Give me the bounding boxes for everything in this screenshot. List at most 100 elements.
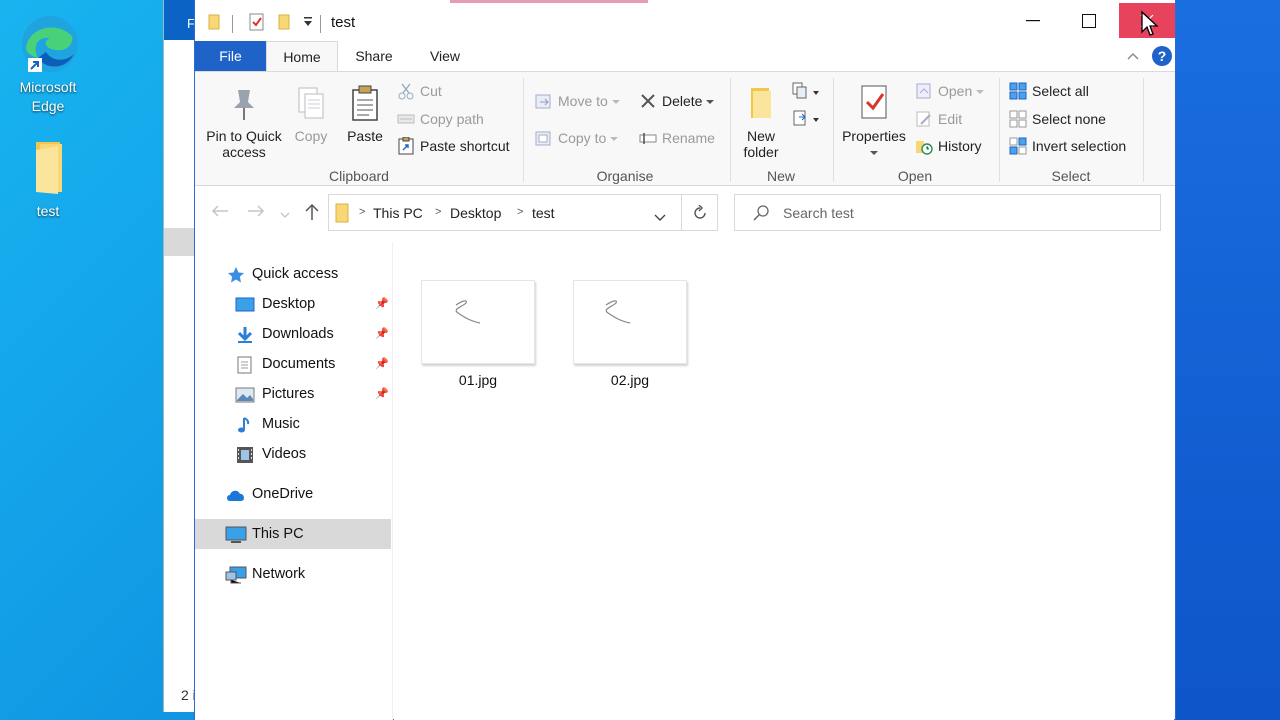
minimize-button[interactable] <box>1005 3 1061 38</box>
tab-view[interactable]: View <box>411 41 479 71</box>
nav-item-pictures[interactable]: Pictures 📌 <box>195 379 391 409</box>
file-list[interactable]: 01.jpg 02.jpg <box>394 242 1174 720</box>
nav-item-videos[interactable]: Videos <box>195 439 391 469</box>
desktop-icon-edge[interactable]: Microsoft Edge <box>8 12 88 116</box>
open-label: Open <box>938 83 973 99</box>
breadcrumb-desktop[interactable]: Desktop <box>450 205 501 221</box>
new-item-icon <box>792 82 819 99</box>
breadcrumb-this-pc[interactable]: This PC <box>373 205 423 221</box>
nav-item-downloads[interactable]: Downloads 📌 <box>195 319 391 349</box>
nav-item-quick-access[interactable]: Quick access <box>195 259 391 289</box>
tab-home[interactable]: Home <box>266 41 338 71</box>
ribbon: Pin to Quick access Copy Paste Cut Copy … <box>195 71 1175 186</box>
nav-label: Quick access <box>252 266 339 282</box>
ribbon-separator <box>730 78 731 182</box>
customize-toolbar-caret-icon[interactable] <box>302 15 314 34</box>
refresh-button[interactable] <box>681 195 718 230</box>
chevron-down-icon <box>611 100 620 105</box>
rename-button[interactable]: Rename <box>639 127 715 149</box>
file-item[interactable]: 02.jpg <box>572 280 688 388</box>
select-none-button[interactable]: Select none <box>1009 108 1106 130</box>
address-bar[interactable]: > This PC > Desktop > test <box>328 194 718 231</box>
up-arrow-icon[interactable] <box>304 203 320 226</box>
chevron-right-icon: > <box>517 206 524 218</box>
breadcrumb-test[interactable]: test <box>532 205 555 221</box>
nav-label: Documents <box>262 356 336 372</box>
scissors-icon <box>397 82 415 100</box>
address-history-chevron-icon[interactable] <box>654 209 666 227</box>
help-icon[interactable]: ? <box>1151 45 1173 72</box>
forward-arrow-icon[interactable] <box>247 204 265 223</box>
nav-item-network[interactable]: Network <box>195 559 391 589</box>
star-icon <box>227 265 247 283</box>
new-folder-button[interactable]: New folder <box>737 84 785 160</box>
pin-to-quick-access-button[interactable]: Pin to Quick access <box>201 84 287 160</box>
invert-selection-label: Invert selection <box>1032 138 1127 154</box>
tab-share[interactable]: Share <box>341 41 407 71</box>
new-group-label: New <box>766 168 795 184</box>
properties-button[interactable]: Properties <box>839 84 909 160</box>
computer-icon <box>225 525 247 543</box>
chevron-right-icon: > <box>435 206 442 218</box>
new-item-button[interactable] <box>791 81 823 108</box>
desktop-icon-test-folder[interactable]: test <box>8 136 88 221</box>
easy-access-button[interactable] <box>791 108 823 135</box>
copy-to-label: Copy to <box>558 130 607 146</box>
edit-button[interactable]: Edit <box>915 108 962 130</box>
history-icon <box>915 137 933 155</box>
title-bar[interactable]: test <box>195 3 1175 41</box>
nav-label: This PC <box>252 526 304 542</box>
copy-path-button[interactable]: Copy path <box>397 108 484 130</box>
invert-selection-button[interactable]: Invert selection <box>1009 135 1126 157</box>
pin-icon <box>226 84 262 124</box>
pin-icon: 📌 <box>375 298 389 310</box>
paste-shortcut-button[interactable]: Paste shortcut <box>397 135 510 157</box>
pin-icon: 📌 <box>375 328 389 340</box>
history-button[interactable]: History <box>915 135 982 157</box>
cloud-icon <box>225 485 245 503</box>
copy-button[interactable]: Copy <box>289 84 333 144</box>
move-to-button[interactable]: Move to <box>535 90 620 112</box>
copy-to-button[interactable]: Copy to <box>535 127 619 149</box>
paste-icon <box>347 84 383 124</box>
open-button[interactable]: Open <box>915 80 985 102</box>
refresh-icon <box>694 204 706 219</box>
cut-button[interactable]: Cut <box>397 80 442 102</box>
rename-icon <box>639 129 657 147</box>
nav-item-documents[interactable]: Documents 📌 <box>195 349 391 379</box>
desktop-icon-label: test <box>36 203 60 219</box>
paste-label: Paste <box>347 128 383 144</box>
ribbon-separator <box>999 78 1000 182</box>
chevron-down-icon <box>870 151 878 156</box>
nav-item-music[interactable]: Music <box>195 409 391 439</box>
select-none-icon <box>1009 110 1027 128</box>
image-thumbnail <box>421 280 535 364</box>
maximize-button[interactable] <box>1061 3 1117 38</box>
nav-label: OneDrive <box>252 486 314 502</box>
back-arrow-icon[interactable] <box>211 204 229 223</box>
paste-button[interactable]: Paste <box>341 84 389 144</box>
search-input[interactable] <box>783 203 1143 223</box>
file-item[interactable]: 01.jpg <box>420 280 536 388</box>
new-folder-icon[interactable] <box>277 13 293 36</box>
pin-label-line2: access <box>222 144 266 160</box>
select-group-label: Select <box>1051 168 1091 184</box>
nav-item-onedrive[interactable]: OneDrive <box>195 479 391 509</box>
clipboard-group-label: Clipboard <box>329 168 389 184</box>
recent-locations-chevron-icon[interactable] <box>280 206 290 224</box>
file-explorer-window[interactable]: test File Home Share View ? Pin to Quick <box>194 0 1176 720</box>
folder-icon <box>335 203 351 228</box>
nav-item-desktop[interactable]: Desktop 📌 <box>195 289 391 319</box>
copy-path-icon <box>397 110 415 128</box>
properties-label: Properties <box>842 128 906 144</box>
nav-item-this-pc[interactable]: This PC <box>195 519 391 549</box>
move-to-icon <box>535 92 553 110</box>
collapse-ribbon-icon[interactable] <box>1127 48 1139 66</box>
properties-check-icon[interactable] <box>248 13 266 36</box>
copy-path-label: Copy path <box>420 111 484 127</box>
search-box[interactable] <box>734 194 1161 231</box>
tab-file[interactable]: File <box>195 41 266 71</box>
select-all-button[interactable]: Select all <box>1009 80 1089 102</box>
nav-label: Pictures <box>262 386 315 402</box>
delete-button[interactable]: Delete <box>639 90 715 112</box>
